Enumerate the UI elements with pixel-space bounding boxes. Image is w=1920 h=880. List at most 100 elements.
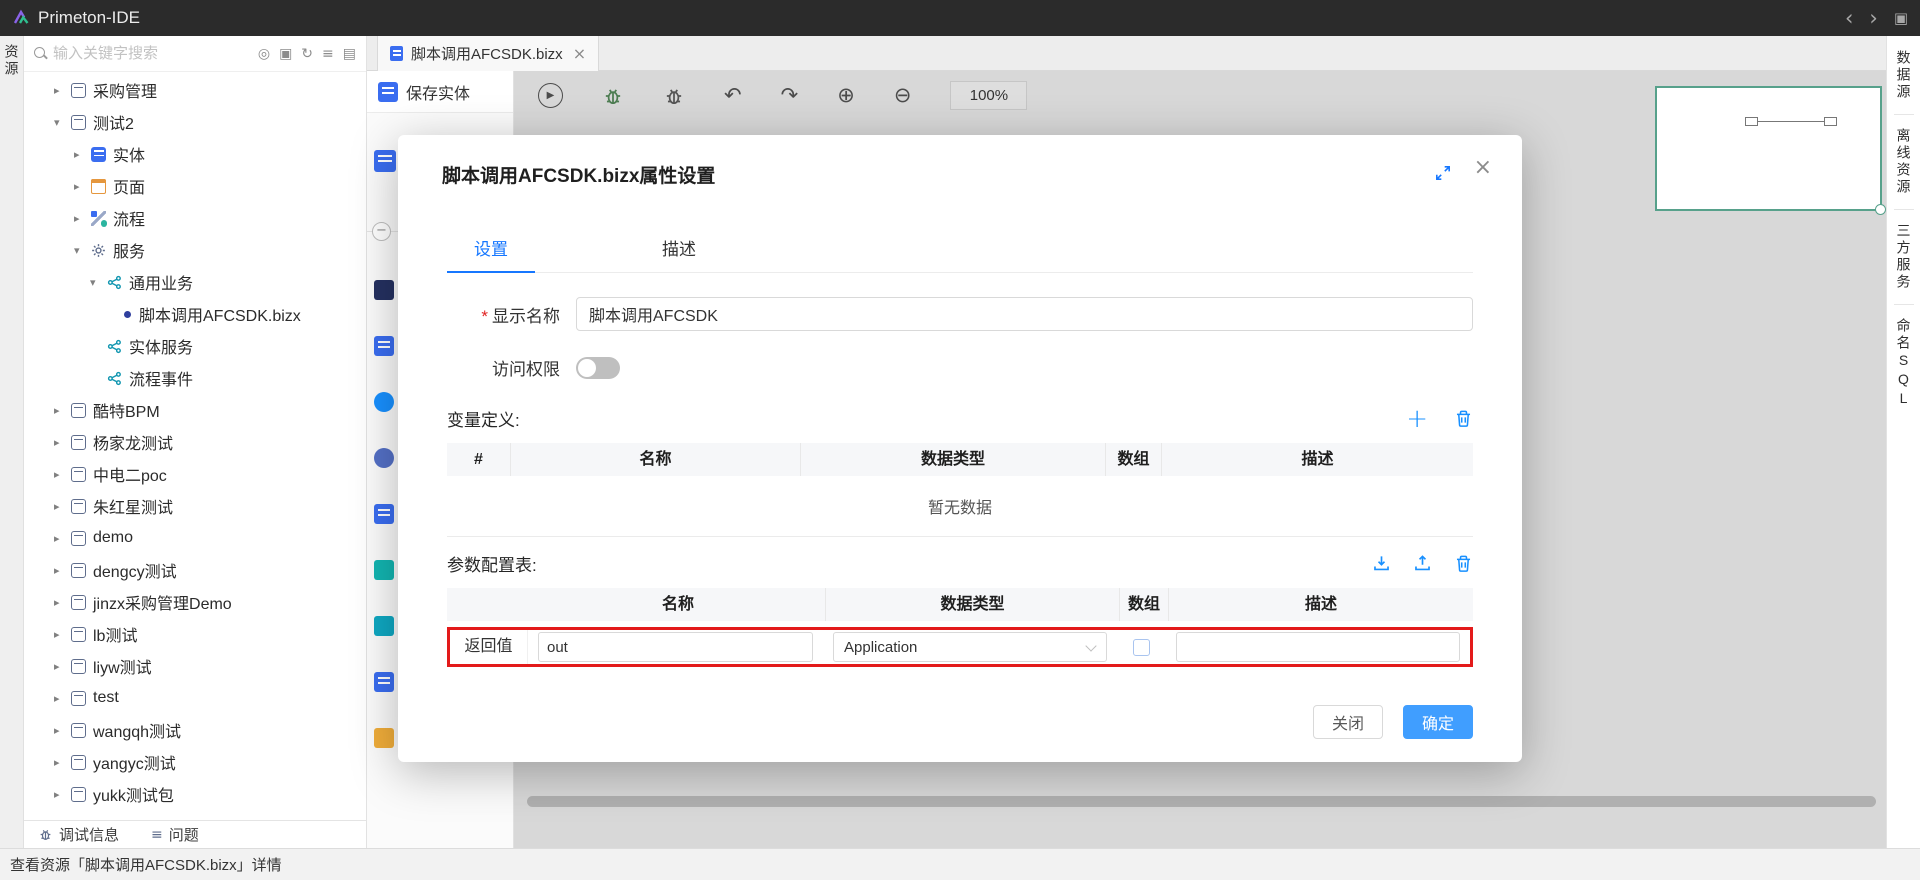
problems-tab[interactable]: ≡ 问题 <box>151 824 199 845</box>
test-button[interactable] <box>663 85 685 107</box>
tree-item[interactable]: 酷特BPM <box>24 394 366 426</box>
tab-settings[interactable]: 设置 <box>447 227 535 272</box>
chevron-down-icon[interactable] <box>74 244 91 257</box>
collapse-all-icon[interactable]: ▣ <box>279 46 292 62</box>
add-variable-icon[interactable]: + <box>1406 409 1428 429</box>
zoom-level-select[interactable]: 100% <box>950 81 1027 110</box>
palette-field-icon[interactable] <box>374 560 394 580</box>
export-params-button[interactable] <box>1413 554 1432 573</box>
right-rail-tab-third-party-services[interactable]: 三方服务 <box>1894 223 1914 291</box>
tree-item[interactable]: 流程 <box>24 202 366 234</box>
delete-param-button[interactable] <box>1454 554 1473 573</box>
chevron-right-icon[interactable] <box>54 596 71 609</box>
chevron-right-icon[interactable] <box>54 468 71 481</box>
close-icon[interactable]: × <box>1474 157 1492 179</box>
tab-description[interactable]: 描述 <box>635 227 723 272</box>
palette-gear-icon[interactable] <box>374 448 394 468</box>
tree-item[interactable]: liyw测试 <box>24 650 366 682</box>
chevron-down-icon[interactable] <box>90 276 107 289</box>
chevron-right-icon[interactable] <box>54 500 71 513</box>
tree-item[interactable]: 服务 <box>24 234 366 266</box>
param-type-select[interactable]: Application <box>833 632 1107 662</box>
zoom-out-icon[interactable]: ⊖ <box>894 85 912 106</box>
panel-icon[interactable]: ▤ <box>343 46 356 62</box>
display-name-input[interactable] <box>576 297 1473 331</box>
tree-item[interactable]: lb测试 <box>24 618 366 650</box>
chevron-right-icon[interactable] <box>54 660 71 673</box>
tree-item[interactable]: 朱红星测试 <box>24 490 366 522</box>
palette-node-icon[interactable] <box>374 280 394 300</box>
chevron-right-icon[interactable] <box>54 788 71 801</box>
tree-item[interactable]: 流程事件 <box>24 362 366 394</box>
tree-item[interactable]: demo <box>24 522 366 554</box>
right-rail-tab-named-sql[interactable]: 命名SQL <box>1894 318 1914 409</box>
tree-item[interactable]: 页面 <box>24 170 366 202</box>
nav-back-icon[interactable]: ‹ <box>1845 8 1853 29</box>
palette-rows-icon[interactable] <box>374 672 394 692</box>
chevron-right-icon[interactable] <box>54 532 71 545</box>
palette-component-icon[interactable] <box>374 392 394 412</box>
left-rail-tab-resources[interactable]: 资源 <box>2 44 22 78</box>
minimap-resize-handle[interactable] <box>1875 204 1886 215</box>
tree-item[interactable]: 采购管理 <box>24 74 366 106</box>
param-array-checkbox[interactable] <box>1133 639 1150 656</box>
confirm-button[interactable]: 确定 <box>1403 705 1473 739</box>
tree-item[interactable]: 杨家龙测试 <box>24 426 366 458</box>
tree-item[interactable]: 测试2 <box>24 106 366 138</box>
tree-item[interactable]: dengcy测试 <box>24 554 366 586</box>
tree-item-selected[interactable]: 脚本调用AFCSDK.bizx <box>24 298 366 330</box>
minimap[interactable] <box>1655 86 1882 211</box>
palette-list-icon[interactable] <box>374 504 394 524</box>
search-input[interactable] <box>53 45 252 62</box>
chevron-right-icon[interactable] <box>54 628 71 641</box>
access-permission-toggle[interactable] <box>576 357 620 379</box>
chevron-right-icon[interactable] <box>54 724 71 737</box>
run-button[interactable]: ▶ <box>538 83 563 108</box>
undo-icon[interactable]: ↶ <box>724 85 742 106</box>
palette-edit-icon[interactable] <box>374 728 394 748</box>
tree-item[interactable]: jinzx采购管理Demo <box>24 586 366 618</box>
chevron-right-icon[interactable] <box>54 436 71 449</box>
nav-forward-icon[interactable]: › <box>1869 8 1877 29</box>
refresh-icon[interactable]: ↻ <box>301 46 313 62</box>
palette-field-icon[interactable] <box>374 616 394 636</box>
collapse-panel-icon[interactable]: − <box>372 222 391 241</box>
right-rail-tab-datasource[interactable]: 数据源 <box>1894 50 1914 101</box>
chevron-right-icon[interactable] <box>74 180 91 193</box>
param-desc-input[interactable] <box>1176 632 1460 662</box>
tree-item[interactable]: wangqh测试 <box>24 714 366 746</box>
tree-item[interactable]: test <box>24 682 366 714</box>
fullscreen-icon[interactable] <box>1434 164 1452 182</box>
zoom-in-icon[interactable]: ⊕ <box>837 85 855 106</box>
tree-item[interactable]: 实体服务 <box>24 330 366 362</box>
right-rail-tab-offline-resources[interactable]: 离线资源 <box>1894 128 1914 196</box>
palette-table-icon[interactable] <box>374 336 394 356</box>
palette-group-icon[interactable] <box>374 150 396 172</box>
chevron-right-icon[interactable] <box>74 148 91 161</box>
param-name-input[interactable] <box>538 632 813 662</box>
tree-item[interactable]: yangyc测试 <box>24 746 366 778</box>
tab-close-icon[interactable]: × <box>573 44 586 63</box>
close-button[interactable]: 关闭 <box>1313 705 1383 739</box>
import-params-button[interactable] <box>1372 554 1391 573</box>
chevron-right-icon[interactable] <box>74 212 91 225</box>
chevron-right-icon[interactable] <box>54 564 71 577</box>
delete-variable-button[interactable] <box>1454 409 1473 428</box>
tree-item[interactable]: 中电二poc <box>24 458 366 490</box>
debug-info-tab[interactable]: 调试信息 <box>38 824 119 845</box>
locate-icon[interactable]: ◎ <box>258 46 270 62</box>
sort-icon[interactable]: ≡ <box>322 46 334 62</box>
save-entity-button[interactable]: 保存实体 <box>367 71 513 113</box>
debug-run-button[interactable] <box>602 85 624 107</box>
chevron-right-icon[interactable] <box>54 756 71 769</box>
layout-toggle-icon[interactable]: ▣ <box>1894 9 1908 27</box>
tree-item[interactable]: yukk测试包 <box>24 778 366 810</box>
horizontal-scrollbar[interactable] <box>527 796 1876 807</box>
chevron-right-icon[interactable] <box>54 84 71 97</box>
tree-item[interactable]: 通用业务 <box>24 266 366 298</box>
redo-icon[interactable]: ↷ <box>781 85 799 106</box>
editor-tab[interactable]: 脚本调用AFCSDK.bizx × <box>377 36 599 71</box>
chevron-right-icon[interactable] <box>54 692 71 705</box>
chevron-down-icon[interactable] <box>54 116 71 129</box>
tree-item[interactable]: 实体 <box>24 138 366 170</box>
